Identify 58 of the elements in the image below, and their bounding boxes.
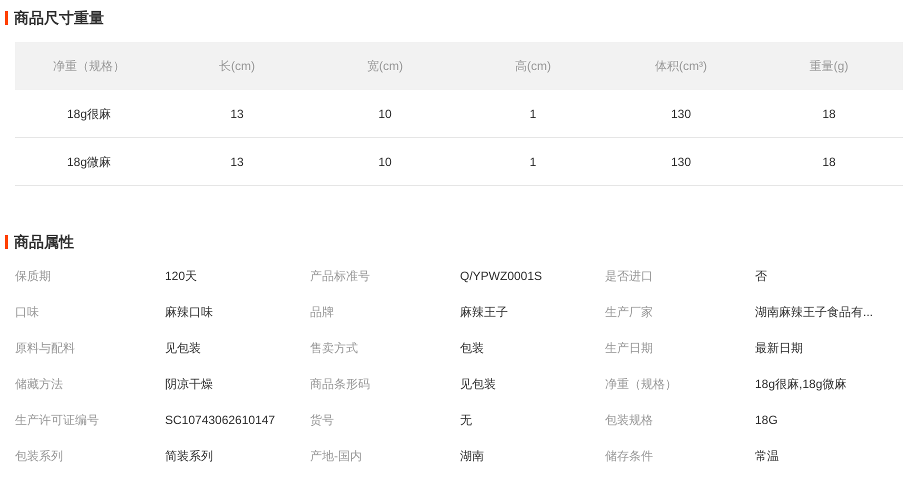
attribute-label: 品牌 (310, 305, 334, 319)
attribute-label: 生产许可证编号 (15, 413, 99, 427)
attribute-label: 保质期 (15, 269, 51, 283)
table-cell-text: 10 (378, 154, 392, 170)
table-cell-text: 13 (230, 106, 244, 122)
attribute-value: SC10743062610147 (165, 413, 276, 427)
attribute-value: 简装系列 (165, 449, 213, 463)
column-header: 长(cm) (219, 58, 255, 75)
section-title: 商品尺寸重量 (14, 10, 104, 26)
table-cell-text: 1 (530, 154, 536, 170)
table-cell-text: 18g微麻 (66, 154, 112, 170)
attribute-value: 麻辣口味 (165, 305, 213, 319)
attribute-value: 湖南麻辣王子食品有... (755, 305, 874, 319)
attribute-value: 18G (755, 413, 778, 427)
column-header: 重量(g) (810, 58, 848, 75)
table-cell-text: 10 (378, 106, 392, 122)
table-cell-text: 1 (530, 106, 536, 122)
table-cell-text: 13 (230, 154, 244, 170)
table-cell-text: 130 (670, 154, 692, 170)
attribute-value: Q/YPWZ0001S (460, 269, 542, 283)
attribute-value: 最新日期 (755, 341, 803, 355)
attribute-label: 售卖方式 (310, 341, 358, 355)
column-header: 净重（规格） (53, 58, 125, 75)
attribute-label: 产地-国内 (310, 449, 362, 463)
attribute-value: 阴凉干燥 (165, 377, 213, 391)
attribute-label: 生产厂家 (605, 305, 653, 319)
column-header: 高(cm) (515, 58, 551, 75)
attribute-value: 见包装 (460, 377, 496, 391)
column-header: 体积(cm³) (655, 58, 707, 75)
attribute-value: 麻辣王子 (460, 305, 508, 319)
attribute-label: 储存条件 (605, 449, 653, 463)
attribute-label: 包装系列 (15, 449, 63, 463)
accent-bar (5, 235, 8, 249)
attribute-label: 货号 (310, 413, 334, 427)
attribute-value: 包装 (460, 341, 484, 355)
attribute-label: 生产日期 (605, 341, 653, 355)
table-cell-text: 130 (670, 106, 692, 122)
attribute-label: 净重（规格） (605, 377, 677, 391)
attribute-label: 储藏方法 (15, 377, 63, 391)
accent-bar (5, 11, 8, 25)
attribute-label: 是否进口 (605, 269, 653, 283)
column-header: 宽(cm) (367, 58, 403, 75)
attribute-label: 包装规格 (605, 413, 653, 427)
table-cell-text: 18g很麻 (66, 106, 112, 122)
attribute-value: 常温 (755, 449, 779, 463)
attribute-label: 商品条形码 (310, 377, 370, 391)
attribute-value: 否 (755, 269, 767, 283)
table-cell-text: 18 (822, 106, 836, 122)
attribute-value: 湖南 (460, 449, 484, 463)
attribute-label: 口味 (15, 305, 39, 319)
attribute-value: 见包装 (165, 341, 201, 355)
attribute-value: 无 (460, 413, 472, 427)
attribute-label: 产品标准号 (310, 269, 370, 283)
table-cell-text: 18 (822, 154, 836, 170)
attribute-value: 120天 (165, 269, 198, 283)
attribute-label: 原料与配料 (15, 341, 75, 355)
section-title: 商品属性 (14, 234, 74, 250)
attribute-value: 18g很麻,18g微麻 (755, 377, 846, 391)
